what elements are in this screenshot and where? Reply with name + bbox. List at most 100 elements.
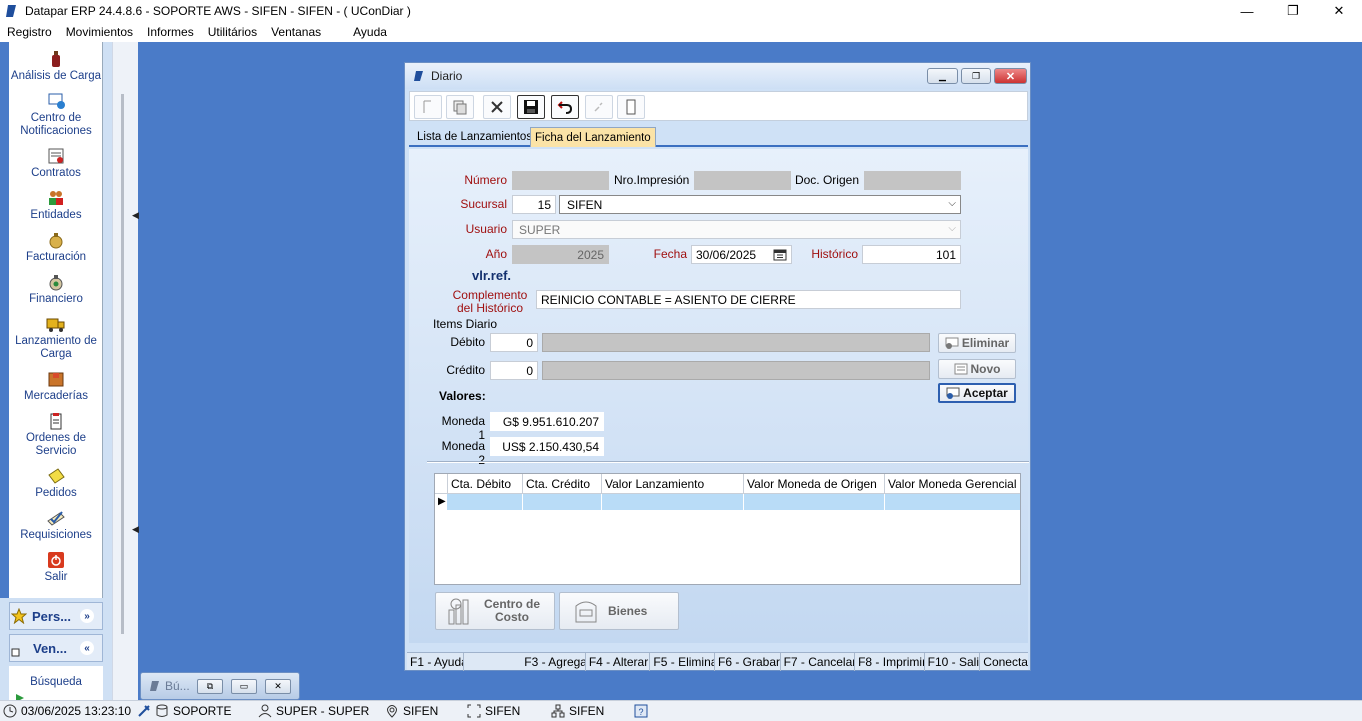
sidebar-item-financiero[interactable]: Financiero	[9, 273, 103, 306]
menu-registro[interactable]: Registro	[7, 25, 52, 39]
sidebar-nav: Análisis de Carga Centro de Notificacion…	[9, 42, 103, 598]
title-bar: Datapar ERP 24.4.8.6 - SOPORTE AWS - SIF…	[0, 0, 1362, 22]
minimized-maximize-button[interactable]: ▭	[231, 679, 257, 694]
credito-account-field[interactable]: 0	[490, 361, 538, 380]
menu-ventanas[interactable]: Ventanas	[271, 25, 321, 39]
numero-field[interactable]	[512, 171, 609, 190]
minimize-button[interactable]: —	[1224, 0, 1270, 22]
maximize-button[interactable]: ❐	[1270, 0, 1316, 22]
usuario-select[interactable]: SUPER ⌵	[512, 220, 961, 239]
status-user-text: SUPER - SUPER	[276, 704, 370, 718]
connection-status: Conectado	[983, 655, 1028, 669]
sidebar-item-entidades[interactable]: Entidades	[9, 189, 103, 222]
tab-lista-lanzamientos[interactable]: Lista de Lanzamientos	[413, 127, 536, 147]
grid-col-cta-credito[interactable]: Cta. Crédito	[522, 474, 601, 494]
minimized-window[interactable]: Bú... ⧉ ▭ ✕	[140, 672, 300, 700]
novo-button[interactable]: Novo	[938, 359, 1016, 379]
debito-label: Débito	[450, 335, 485, 349]
sidebar-item-contratos[interactable]: Contratos	[9, 147, 103, 180]
nro-impresion-label: Nro.Impresión	[614, 173, 690, 187]
status-info[interactable]: ?	[634, 704, 652, 718]
sidebar-item-notificaciones[interactable]: Centro de Notificaciones	[9, 92, 103, 138]
fecha-field[interactable]: 30/06/2025	[691, 245, 792, 264]
historico-field[interactable]: 101	[862, 245, 961, 264]
menu-movimientos[interactable]: Movimientos	[66, 25, 133, 39]
centro-costo-button[interactable]: Centro de Costo	[435, 592, 555, 630]
new-document-icon	[423, 100, 431, 113]
grid-col-valor-moneda-gerencial[interactable]: Valor Moneda Gerencial	[884, 474, 1020, 494]
sidebar-item-label: Análisis de Carga	[10, 70, 102, 82]
fkey-f6[interactable]: F6 - Grabar	[715, 653, 781, 671]
collapse-left-arrow-icon[interactable]: ◀	[132, 524, 139, 534]
diario-minimize-button[interactable]: ▁	[927, 68, 958, 84]
busqueda-area: Búsqueda	[9, 666, 103, 702]
fkey-f7[interactable]: F7 - Cancelar	[781, 653, 856, 671]
save-disk-icon	[524, 100, 538, 114]
collapse-left-arrow-icon[interactable]: ◀	[132, 210, 139, 220]
complemento-field[interactable]: REINICIO CONTABLE = ASIENTO DE CIERRE	[536, 290, 961, 309]
sidebar-item-busqueda[interactable]: Búsqueda	[9, 676, 103, 688]
sucursal-select[interactable]: SIFEN ⌵	[559, 195, 961, 214]
debito-account-field[interactable]: 0	[490, 333, 538, 352]
credito-account-name	[542, 361, 930, 380]
fkey-f3[interactable]: F3 - Agregar	[521, 653, 586, 671]
group-header-ven[interactable]: Ven... «	[9, 634, 103, 662]
sucursal-label: Sucursal	[460, 197, 507, 211]
status-branch-2: SIFEN	[467, 704, 520, 718]
diario-close-button[interactable]: ✕	[994, 68, 1027, 84]
fkey-f4[interactable]: F4 - Alterar	[586, 653, 651, 671]
sidebar-item-facturacion[interactable]: Facturación	[9, 231, 103, 264]
copy-button[interactable]	[446, 95, 474, 119]
sidebar-item-salir[interactable]: Salir	[9, 551, 103, 584]
items-grid[interactable]: Cta. Débito Cta. Crédito Valor Lanzamien…	[434, 473, 1021, 585]
sidebar-item-analisis-carga[interactable]: Análisis de Carga	[9, 50, 103, 83]
menu-utilitarios[interactable]: Utilitários	[208, 25, 257, 39]
sidebar-item-label: Facturación	[25, 251, 87, 263]
fkey-f10[interactable]: F10 - Salir	[925, 653, 981, 671]
doc-origen-field[interactable]	[864, 171, 961, 190]
delete-button[interactable]	[483, 95, 511, 119]
save-button[interactable]	[517, 95, 545, 119]
chevron-down-icon: ⌵	[948, 223, 956, 234]
menu-ayuda[interactable]: Ayuda	[353, 25, 387, 39]
fkey-f1[interactable]: F1 - Ayuda	[407, 653, 464, 671]
complemento-label-line2: del Histórico	[456, 301, 524, 315]
bienes-button[interactable]: Bienes	[559, 592, 679, 630]
exit-door-button[interactable]	[617, 95, 645, 119]
grid-col-cta-debito[interactable]: Cta. Débito	[447, 474, 522, 494]
debito-account-name	[542, 333, 930, 352]
new-button[interactable]	[414, 95, 442, 119]
sidebar-item-lanzamiento-carga[interactable]: Lanzamiento de Carga	[9, 315, 103, 361]
expand-chevron-icon[interactable]: »	[80, 609, 94, 623]
diario-restore-button[interactable]: ❐	[961, 68, 991, 84]
table-row[interactable]	[447, 494, 1020, 510]
sidebar-item-mercaderias[interactable]: Mercaderías	[9, 370, 103, 403]
panel-splitter[interactable]: ◀ ◀	[112, 42, 139, 700]
group-header-pers[interactable]: Pers... »	[9, 602, 103, 630]
minimized-close-button[interactable]: ✕	[265, 679, 291, 694]
collapse-chevron-icon[interactable]: «	[80, 641, 94, 655]
close-button[interactable]: ✕	[1316, 0, 1362, 22]
grid-col-valor-lanzamiento[interactable]: Valor Lanzamiento	[601, 474, 743, 494]
eliminar-button[interactable]: Eliminar	[938, 333, 1016, 353]
vertical-scrollbar[interactable]	[121, 94, 124, 634]
anio-field[interactable]: 2025	[512, 245, 609, 264]
tab-ficha-lanzamiento[interactable]: Ficha del Lanzamiento	[530, 127, 656, 147]
sucursal-code-field[interactable]: 15	[512, 195, 556, 214]
fkey-f8[interactable]: F8 - Imprimir	[855, 653, 925, 671]
search-button[interactable]	[585, 95, 613, 119]
sidebar-item-ordenes-servicio[interactable]: Ordenes de Servicio	[9, 412, 103, 458]
calendar-icon[interactable]	[773, 249, 787, 261]
sidebar-item-requisiciones[interactable]: Requisiciones	[9, 509, 103, 542]
fkey-f5[interactable]: F5 - Eliminar	[650, 653, 715, 671]
ficha-form: Número Nro.Impresión Doc. Origen Sucursa…	[409, 149, 1029, 643]
panel-edge	[0, 42, 9, 598]
cancel-undo-button[interactable]	[551, 95, 579, 119]
grid-col-valor-moneda-origen[interactable]: Valor Moneda de Origen	[743, 474, 884, 494]
nro-impresion-field[interactable]	[694, 171, 791, 190]
items-diario-label: Items Diario	[433, 317, 498, 331]
minimized-restore-button[interactable]: ⧉	[197, 679, 223, 694]
sidebar-item-pedidos[interactable]: Pedidos	[9, 467, 103, 500]
aceptar-button[interactable]: Aceptar	[938, 383, 1016, 403]
menu-informes[interactable]: Informes	[147, 25, 194, 39]
